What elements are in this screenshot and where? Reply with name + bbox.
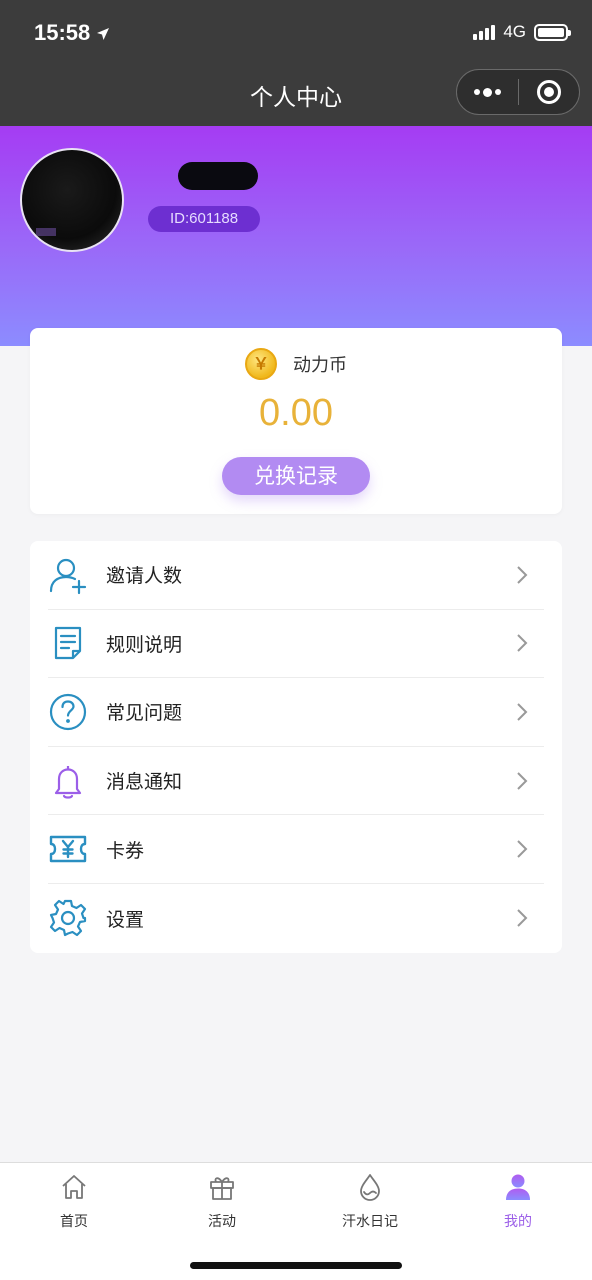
user-icon [458,1171,578,1203]
droplet-icon [310,1171,430,1203]
exchange-record-button[interactable]: 兑换记录 [222,457,370,495]
menu-label: 规则说明 [106,633,183,656]
chevron-right-icon [510,631,534,655]
tab-label: 首页 [60,1214,88,1230]
menu-item-faq[interactable]: 常见问题 [48,678,544,747]
more-dots-icon [473,87,501,97]
user-id-badge: ID:601188 [148,206,261,232]
avatar[interactable] [20,148,124,252]
tab-home[interactable]: 首页 [14,1171,134,1231]
more-button[interactable] [457,70,518,114]
bell-icon [48,761,88,801]
menu-label: 邀请人数 [106,565,183,588]
coin-label: 动力币 [293,355,347,376]
user-add-icon [48,555,88,595]
status-time: 15:58 [34,20,110,46]
user-name-redacted [178,162,258,190]
chevron-right-icon [510,700,534,724]
menu-item-notifications[interactable]: 消息通知 [48,747,544,816]
chevron-right-icon [510,837,534,861]
menu-label: 常见问题 [106,702,183,725]
tab-label: 活动 [208,1214,236,1230]
menu-label: 设置 [106,908,145,931]
home-indicator [190,1262,402,1269]
tab-label: 我的 [504,1214,532,1230]
coin-icon: ￥ [245,348,277,380]
battery-icon [534,23,571,41]
profile-banner: ID:601188 [0,126,592,346]
location-arrow-icon [97,28,110,41]
menu-item-invite[interactable]: 邀请人数 [48,541,544,610]
target-icon [536,80,561,104]
status-bar: 15:58 4G [0,0,592,66]
chevron-right-icon [510,563,534,587]
chevron-right-icon [510,769,534,793]
status-indicators: 4G [473,22,571,42]
menu-item-rules[interactable]: 规则说明 [48,610,544,679]
ticket-icon [48,829,88,869]
signal-icon [473,24,496,40]
chevron-right-icon [510,906,534,930]
tab-sweat-diary[interactable]: 汗水日记 [310,1171,430,1231]
menu-label: 消息通知 [106,771,183,794]
network-type: 4G [503,22,526,41]
coin-balance: 0.00 [259,392,333,434]
tab-mine[interactable]: 我的 [458,1171,578,1231]
nav-bar: 个人中心 [0,66,592,126]
tab-label: 汗水日记 [342,1214,398,1230]
gift-icon [162,1171,282,1203]
menu-list: 邀请人数 规则说明 常见问题 消息通知 卡券 设置 [30,541,562,953]
document-icon [48,623,88,663]
question-icon [48,692,88,732]
tab-activity[interactable]: 活动 [162,1171,282,1231]
miniprogram-capsule [456,69,580,115]
coin-card: ￥ 动力币 0.00 兑换记录 [30,328,562,514]
coin-header: ￥ 动力币 [30,348,562,380]
menu-item-coupons[interactable]: 卡券 [48,815,544,884]
gear-icon [48,898,88,938]
close-miniprogram-button[interactable] [519,70,580,114]
menu-label: 卡券 [106,839,145,862]
menu-item-settings[interactable]: 设置 [48,884,544,953]
home-icon [14,1171,134,1203]
